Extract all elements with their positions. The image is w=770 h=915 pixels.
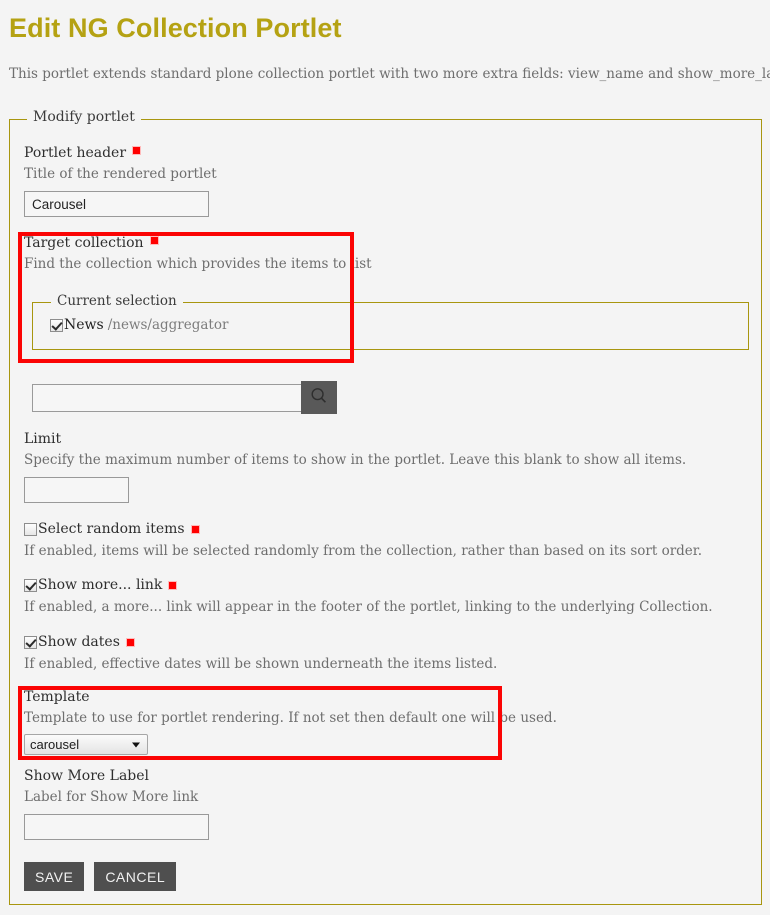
page-description: This portlet extends standard plone coll… bbox=[9, 66, 770, 82]
portlet-header-input[interactable] bbox=[24, 191, 209, 217]
show-more-link-checkbox[interactable] bbox=[24, 579, 37, 592]
collection-search-input[interactable] bbox=[32, 384, 302, 412]
field-show-dates: Show dates If enabled, effective dates w… bbox=[24, 634, 497, 673]
show-dates-label: Show dates bbox=[38, 634, 120, 650]
show-dates-row[interactable]: Show dates bbox=[24, 634, 497, 651]
field-limit: Limit Specify the maximum number of item… bbox=[24, 431, 686, 503]
page-title: Edit NG Collection Portlet bbox=[9, 13, 342, 43]
current-selection-item[interactable]: News /news/aggregator bbox=[50, 317, 228, 333]
current-selection-fieldset: Current selection News /news/aggregator bbox=[32, 293, 749, 350]
field-select-random-items: Select random items If enabled, items wi… bbox=[24, 521, 702, 560]
limit-label: Limit bbox=[24, 431, 62, 447]
portlet-header-label-text: Portlet header bbox=[24, 145, 127, 161]
select-random-items-checkbox[interactable] bbox=[24, 523, 37, 536]
collection-search-row bbox=[32, 381, 337, 414]
current-selection-legend: Current selection bbox=[51, 293, 183, 309]
show-more-link-help: If enabled, a more... link will appear i… bbox=[24, 599, 713, 615]
field-template: Template Template to use for portlet ren… bbox=[24, 689, 557, 755]
show-dates-help: If enabled, effective dates will be show… bbox=[24, 656, 498, 672]
modify-portlet-legend: Modify portlet bbox=[27, 109, 141, 125]
target-collection-help: Find the collection which provides the i… bbox=[24, 256, 372, 272]
required-marker-icon bbox=[125, 638, 135, 647]
portlet-header-help: Title of the rendered portlet bbox=[24, 166, 217, 182]
template-label: Template bbox=[24, 689, 90, 705]
limit-help: Specify the maximum number of items to s… bbox=[24, 452, 687, 468]
required-marker-icon bbox=[190, 525, 200, 534]
required-marker-icon bbox=[149, 236, 159, 245]
template-help: Template to use for portlet rendering. I… bbox=[24, 710, 557, 726]
collection-search-button[interactable] bbox=[301, 381, 337, 414]
current-selection-path: /news/aggregator bbox=[107, 317, 229, 333]
show-more-link-label: Show more... link bbox=[38, 577, 163, 593]
modify-portlet-fieldset: Modify portlet Portlet header Title of t… bbox=[9, 109, 762, 905]
select-random-items-label: Select random items bbox=[38, 521, 185, 537]
current-selection-checkbox[interactable] bbox=[50, 318, 63, 332]
show-more-label-help: Label for Show More link bbox=[24, 789, 199, 805]
field-show-more-link: Show more... link If enabled, a more... … bbox=[24, 577, 713, 616]
field-portlet-header: Portlet header Title of the rendered por… bbox=[24, 145, 217, 217]
show-more-label-input[interactable] bbox=[24, 814, 209, 840]
field-show-more-label: Show More Label Label for Show More link bbox=[24, 768, 209, 840]
show-dates-checkbox[interactable] bbox=[24, 636, 37, 649]
save-button[interactable]: SAVE bbox=[24, 862, 85, 891]
select-random-items-help: If enabled, items will be selected rando… bbox=[24, 543, 703, 559]
field-target-collection: Target collection Find the collection wh… bbox=[24, 235, 372, 273]
template-select[interactable]: carousel bbox=[24, 734, 148, 755]
show-more-link-row[interactable]: Show more... link bbox=[24, 577, 713, 594]
form-actions: SAVE CANCEL bbox=[24, 862, 177, 891]
current-selection-name: News bbox=[64, 317, 104, 333]
portlet-header-label: Portlet header bbox=[24, 145, 217, 162]
template-select-wrap: carousel bbox=[24, 734, 148, 755]
select-random-items-row[interactable]: Select random items bbox=[24, 521, 702, 538]
limit-input[interactable] bbox=[24, 477, 129, 503]
cancel-button[interactable]: CANCEL bbox=[94, 862, 177, 891]
required-marker-icon bbox=[132, 146, 142, 155]
target-collection-label-text: Target collection bbox=[24, 235, 144, 251]
show-more-label-label: Show More Label bbox=[24, 768, 150, 784]
search-icon bbox=[309, 386, 329, 409]
target-collection-label: Target collection bbox=[24, 235, 372, 252]
required-marker-icon bbox=[168, 581, 178, 590]
